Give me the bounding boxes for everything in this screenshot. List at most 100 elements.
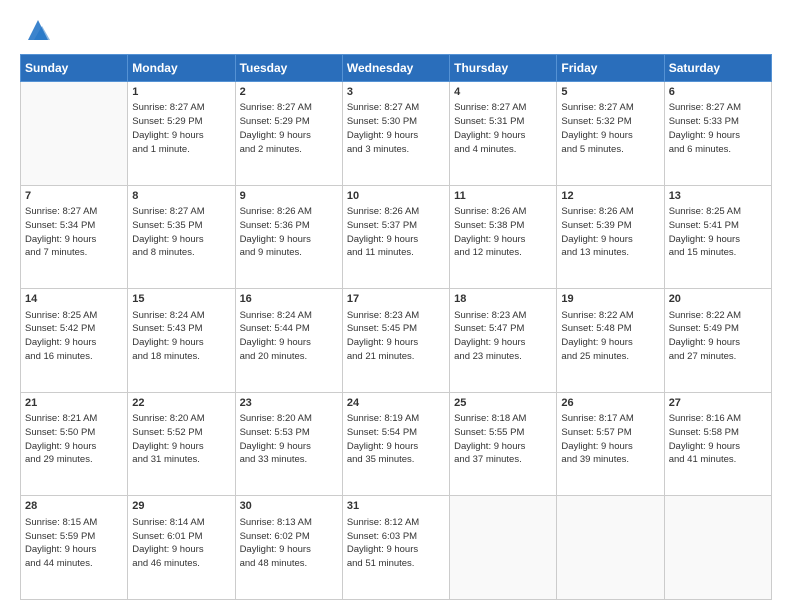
calendar-cell: 31 Sunrise: 8:12 AM Sunset: 6:03 PM Dayli…: [342, 496, 449, 600]
day-info: Sunrise: 8:27 AM Sunset: 5:33 PM Dayligh…: [669, 101, 767, 156]
day-number: 28: [25, 499, 123, 514]
calendar-cell: 15 Sunrise: 8:24 AM Sunset: 5:43 PM Dayli…: [128, 289, 235, 393]
day-info: Sunrise: 8:20 AM Sunset: 5:52 PM Dayligh…: [132, 412, 230, 467]
calendar-cell: 6Sunrise: 8:27 AM Sunset: 5:33 PM Daylig…: [664, 82, 771, 186]
day-info: Sunrise: 8:19 AM Sunset: 5:54 PM Dayligh…: [347, 412, 445, 467]
calendar-cell: 1Sunrise: 8:27 AM Sunset: 5:29 PM Daylig…: [128, 82, 235, 186]
calendar-cell: 21Sunrise: 8:21 AM Sunset: 5:50 PM Dayli…: [21, 392, 128, 496]
calendar-cell: 26Sunrise: 8:17 AM Sunset: 5:57 PM Dayli…: [557, 392, 664, 496]
day-number: 6: [669, 85, 767, 100]
calendar-cell: [664, 496, 771, 600]
day-number: 21: [25, 396, 123, 411]
calendar-cell: 3Sunrise: 8:27 AM Sunset: 5:30 PM Daylig…: [342, 82, 449, 186]
day-info: Sunrise: 8:15 AM Sunset: 5:59 PM Dayligh…: [25, 516, 123, 571]
day-number: 3: [347, 85, 445, 100]
day-info: Sunrise: 8:27 AM Sunset: 5:29 PM Dayligh…: [240, 101, 338, 156]
calendar-day-header: Monday: [128, 55, 235, 82]
day-info: Sunrise: 8:27 AM Sunset: 5:35 PM Dayligh…: [132, 205, 230, 260]
logo-icon: [24, 16, 52, 44]
calendar-week-row: 21Sunrise: 8:21 AM Sunset: 5:50 PM Dayli…: [21, 392, 772, 496]
calendar-cell: 19 Sunrise: 8:22 AM Sunset: 5:48 PM Dayli…: [557, 289, 664, 393]
day-info: Sunrise: 8:24 AM Sunset: 5:44 PM Dayligh…: [240, 309, 338, 364]
day-number: 10: [347, 189, 445, 204]
day-info: Sunrise: 8:21 AM Sunset: 5:50 PM Dayligh…: [25, 412, 123, 467]
calendar-cell: 8Sunrise: 8:27 AM Sunset: 5:35 PM Daylig…: [128, 185, 235, 289]
day-number: 31: [347, 499, 445, 514]
calendar-cell: 10Sunrise: 8:26 AM Sunset: 5:37 PM Dayli…: [342, 185, 449, 289]
day-info: Sunrise: 8:22 AM Sunset: 5:48 PM Dayligh…: [561, 309, 659, 364]
calendar-cell: 4Sunrise: 8:27 AM Sunset: 5:31 PM Daylig…: [450, 82, 557, 186]
day-info: Sunrise: 8:25 AM Sunset: 5:42 PM Dayligh…: [25, 309, 123, 364]
day-number: 8: [132, 189, 230, 204]
day-number: 27: [669, 396, 767, 411]
day-number: 19: [561, 292, 659, 307]
day-info: Sunrise: 8:27 AM Sunset: 5:30 PM Dayligh…: [347, 101, 445, 156]
day-number: 20: [669, 292, 767, 307]
day-number: 17: [347, 292, 445, 307]
calendar-cell: 25Sunrise: 8:18 AM Sunset: 5:55 PM Dayli…: [450, 392, 557, 496]
day-number: 23: [240, 396, 338, 411]
calendar-cell: [557, 496, 664, 600]
day-info: Sunrise: 8:24 AM Sunset: 5:43 PM Dayligh…: [132, 309, 230, 364]
day-info: Sunrise: 8:27 AM Sunset: 5:34 PM Dayligh…: [25, 205, 123, 260]
day-info: Sunrise: 8:26 AM Sunset: 5:39 PM Dayligh…: [561, 205, 659, 260]
calendar-cell: 28 Sunrise: 8:15 AM Sunset: 5:59 PM Dayli…: [21, 496, 128, 600]
day-number: 4: [454, 85, 552, 100]
calendar-cell: 14Sunrise: 8:25 AM Sunset: 5:42 PM Dayli…: [21, 289, 128, 393]
day-info: Sunrise: 8:18 AM Sunset: 5:55 PM Dayligh…: [454, 412, 552, 467]
calendar-cell: 23Sunrise: 8:20 AM Sunset: 5:53 PM Dayli…: [235, 392, 342, 496]
day-number: 2: [240, 85, 338, 100]
day-info: Sunrise: 8:20 AM Sunset: 5:53 PM Dayligh…: [240, 412, 338, 467]
day-number: 12: [561, 189, 659, 204]
calendar-day-header: Friday: [557, 55, 664, 82]
calendar-week-row: 14Sunrise: 8:25 AM Sunset: 5:42 PM Dayli…: [21, 289, 772, 393]
calendar-cell: 20 Sunrise: 8:22 AM Sunset: 5:49 PM Dayli…: [664, 289, 771, 393]
day-number: 5: [561, 85, 659, 100]
calendar-cell: 7Sunrise: 8:27 AM Sunset: 5:34 PM Daylig…: [21, 185, 128, 289]
day-number: 24: [347, 396, 445, 411]
calendar-cell: 2Sunrise: 8:27 AM Sunset: 5:29 PM Daylig…: [235, 82, 342, 186]
calendar-day-header: Thursday: [450, 55, 557, 82]
calendar-cell: 16Sunrise: 8:24 AM Sunset: 5:44 PM Dayli…: [235, 289, 342, 393]
calendar-table: SundayMondayTuesdayWednesdayThursdayFrid…: [20, 54, 772, 600]
day-number: 29: [132, 499, 230, 514]
calendar-week-row: 28 Sunrise: 8:15 AM Sunset: 5:59 PM Dayli…: [21, 496, 772, 600]
day-info: Sunrise: 8:23 AM Sunset: 5:47 PM Dayligh…: [454, 309, 552, 364]
page: SundayMondayTuesdayWednesdayThursdayFrid…: [0, 0, 792, 612]
day-number: 7: [25, 189, 123, 204]
day-info: Sunrise: 8:27 AM Sunset: 5:29 PM Dayligh…: [132, 101, 230, 156]
day-number: 9: [240, 189, 338, 204]
calendar-cell: 18 Sunrise: 8:23 AM Sunset: 5:47 PM Dayli…: [450, 289, 557, 393]
day-number: 13: [669, 189, 767, 204]
day-info: Sunrise: 8:12 AM Sunset: 6:03 PM Dayligh…: [347, 516, 445, 571]
calendar-cell: 11Sunrise: 8:26 AM Sunset: 5:38 PM Dayli…: [450, 185, 557, 289]
calendar-header-row: SundayMondayTuesdayWednesdayThursdayFrid…: [21, 55, 772, 82]
day-number: 22: [132, 396, 230, 411]
calendar-day-header: Tuesday: [235, 55, 342, 82]
day-info: Sunrise: 8:16 AM Sunset: 5:58 PM Dayligh…: [669, 412, 767, 467]
calendar-day-header: Sunday: [21, 55, 128, 82]
calendar-cell: 9Sunrise: 8:26 AM Sunset: 5:36 PM Daylig…: [235, 185, 342, 289]
calendar-week-row: 1Sunrise: 8:27 AM Sunset: 5:29 PM Daylig…: [21, 82, 772, 186]
day-info: Sunrise: 8:17 AM Sunset: 5:57 PM Dayligh…: [561, 412, 659, 467]
calendar-cell: 12Sunrise: 8:26 AM Sunset: 5:39 PM Dayli…: [557, 185, 664, 289]
day-number: 15: [132, 292, 230, 307]
day-info: Sunrise: 8:26 AM Sunset: 5:36 PM Dayligh…: [240, 205, 338, 260]
day-info: Sunrise: 8:13 AM Sunset: 6:02 PM Dayligh…: [240, 516, 338, 571]
calendar-cell: 24Sunrise: 8:19 AM Sunset: 5:54 PM Dayli…: [342, 392, 449, 496]
calendar-cell: [21, 82, 128, 186]
day-info: Sunrise: 8:27 AM Sunset: 5:32 PM Dayligh…: [561, 101, 659, 156]
day-info: Sunrise: 8:22 AM Sunset: 5:49 PM Dayligh…: [669, 309, 767, 364]
day-number: 1: [132, 85, 230, 100]
day-info: Sunrise: 8:26 AM Sunset: 5:37 PM Dayligh…: [347, 205, 445, 260]
day-info: Sunrise: 8:26 AM Sunset: 5:38 PM Dayligh…: [454, 205, 552, 260]
day-number: 18: [454, 292, 552, 307]
calendar-day-header: Saturday: [664, 55, 771, 82]
day-info: Sunrise: 8:27 AM Sunset: 5:31 PM Dayligh…: [454, 101, 552, 156]
calendar-cell: 27Sunrise: 8:16 AM Sunset: 5:58 PM Dayli…: [664, 392, 771, 496]
calendar-cell: [450, 496, 557, 600]
day-info: Sunrise: 8:14 AM Sunset: 6:01 PM Dayligh…: [132, 516, 230, 571]
day-number: 25: [454, 396, 552, 411]
day-info: Sunrise: 8:23 AM Sunset: 5:45 PM Dayligh…: [347, 309, 445, 364]
day-number: 26: [561, 396, 659, 411]
